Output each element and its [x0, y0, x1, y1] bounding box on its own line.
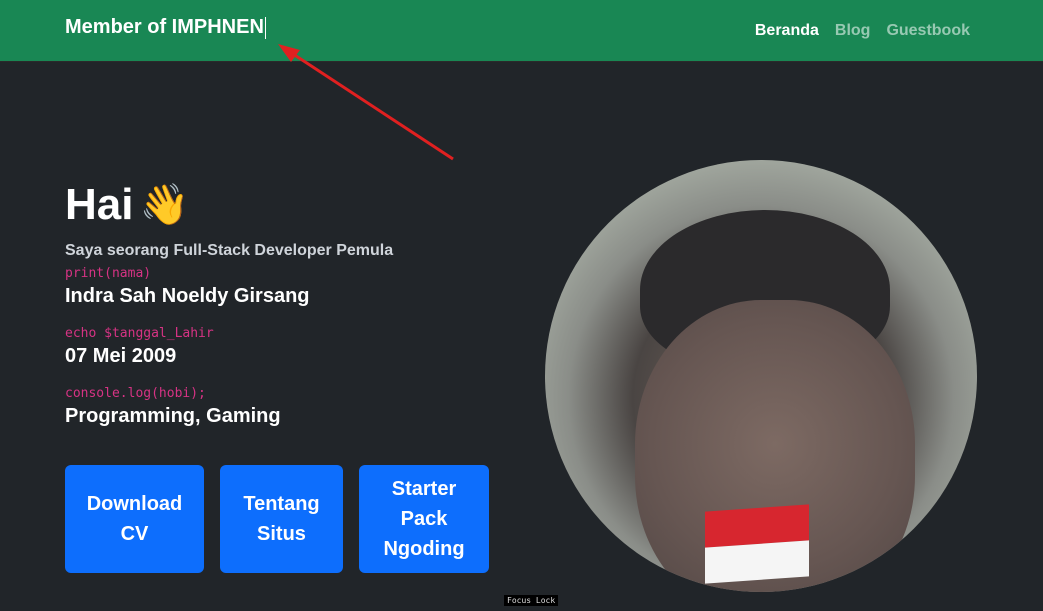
download-cv-button[interactable]: Download CV — [65, 465, 204, 573]
button-label: CV — [120, 523, 149, 545]
starter-pack-button[interactable]: Starter Pack Ngoding — [359, 465, 489, 573]
indonesia-flag-icon — [705, 504, 809, 584]
field-value: Indra Sah Noeldy Girsang — [65, 285, 310, 307]
field-name: print(nama) Indra Sah Noeldy Girsang — [65, 266, 535, 308]
button-label: Situs — [257, 523, 306, 545]
button-label: Ngoding — [383, 538, 465, 560]
tentang-situs-button[interactable]: Tentang Situs — [220, 465, 343, 573]
waving-hand-icon: 👋 — [139, 183, 190, 227]
button-label: Starter — [391, 478, 457, 500]
field-value: 07 Mei 2009 — [65, 345, 177, 367]
field-code: echo $tanggal_Lahir — [65, 326, 214, 341]
greeting-text: Hai — [65, 180, 134, 229]
action-buttons: Download CV Tentang Situs Starter Pack Ngodi… — [65, 465, 489, 573]
hero-heading: Hai 👋 — [65, 180, 535, 230]
hero: Hai 👋 Saya seorang Full-Stack Developer … — [65, 180, 535, 428]
button-label: Pack — [400, 508, 448, 530]
hero-subtitle: Saya seorang Full-Stack Developer Pemula — [65, 242, 394, 259]
profile-photo — [545, 160, 977, 592]
arrow-head-icon — [278, 44, 300, 62]
button-label: Download — [86, 493, 183, 515]
field-code: print(nama) — [65, 266, 152, 281]
button-label: Tentang — [243, 493, 320, 515]
focus-lock-label: Focus Lock — [504, 595, 559, 606]
field-code: console.log(hobi); — [65, 386, 206, 401]
field-hobby: console.log(hobi); Programming, Gaming — [65, 386, 535, 428]
field-birthdate: echo $tanggal_Lahir 07 Mei 2009 — [65, 326, 535, 368]
arrow-shaft — [289, 50, 454, 161]
field-value: Programming, Gaming — [65, 405, 281, 427]
